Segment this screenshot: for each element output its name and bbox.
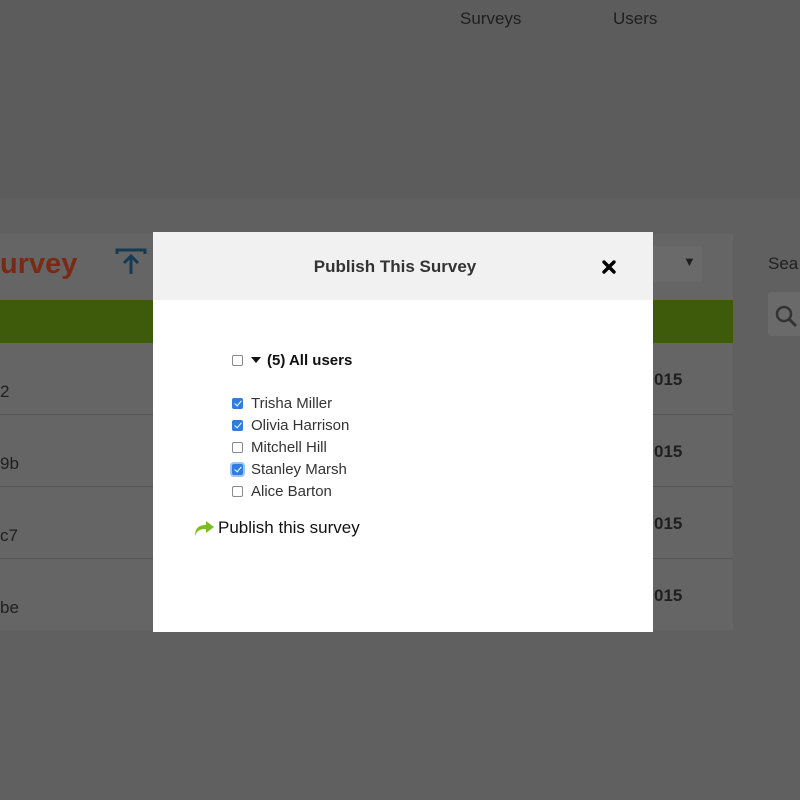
user-checkbox[interactable] xyxy=(232,419,243,431)
survey-panel-title: urvey xyxy=(0,248,78,280)
top-navigation: Surveys Users xyxy=(0,0,800,198)
publish-survey-modal: Publish This Survey (5) All users Trisha… xyxy=(153,232,653,632)
user-name: Alice Barton xyxy=(251,482,332,500)
user-name: Mitchell Hill xyxy=(251,438,327,456)
list-item: Olivia Harrison xyxy=(232,414,349,436)
user-name: Trisha Miller xyxy=(251,394,333,412)
share-arrow-icon xyxy=(195,521,214,536)
publish-label: Publish this survey xyxy=(218,518,360,537)
caret-down-icon: ▼ xyxy=(683,254,696,269)
table-row-date: 015 xyxy=(654,586,683,605)
publish-survey-button[interactable]: Publish this survey xyxy=(193,518,360,538)
table-row-date: 015 xyxy=(654,370,683,389)
all-users-toggle: (5) All users xyxy=(232,350,352,370)
all-users-label: (5) All users xyxy=(267,351,353,369)
nav-users[interactable]: Users xyxy=(613,9,657,29)
modal-header: Publish This Survey xyxy=(153,232,653,300)
table-row-id: 9b xyxy=(0,454,19,473)
table-row-date: 015 xyxy=(654,514,683,533)
list-item: Trisha Miller xyxy=(232,392,349,414)
table-row-id: 2 xyxy=(0,382,10,401)
list-item: Mitchell Hill xyxy=(232,436,349,458)
table-row-id: c7 xyxy=(0,526,18,545)
table-row-id: be xyxy=(0,598,19,617)
caret-down-icon[interactable] xyxy=(251,357,261,363)
user-checkbox[interactable] xyxy=(232,441,243,453)
user-checkbox[interactable] xyxy=(232,485,243,497)
user-list: Trisha Miller Olivia Harrison Mitchell H… xyxy=(232,392,349,502)
user-checkbox[interactable] xyxy=(232,397,243,409)
search-icon xyxy=(775,305,797,327)
user-checkbox[interactable] xyxy=(232,463,243,475)
close-icon[interactable] xyxy=(601,259,617,275)
user-name: Olivia Harrison xyxy=(251,416,350,434)
user-name: Stanley Marsh xyxy=(251,460,347,478)
table-row-date: 015 xyxy=(654,442,683,461)
all-users-checkbox[interactable] xyxy=(232,354,243,366)
upload-icon[interactable] xyxy=(115,248,147,276)
modal-title: Publish This Survey xyxy=(313,257,477,276)
search-label: Sea xyxy=(768,254,799,273)
nav-surveys[interactable]: Surveys xyxy=(460,9,521,29)
list-item: Stanley Marsh xyxy=(232,458,349,480)
list-item: Alice Barton xyxy=(232,480,349,502)
